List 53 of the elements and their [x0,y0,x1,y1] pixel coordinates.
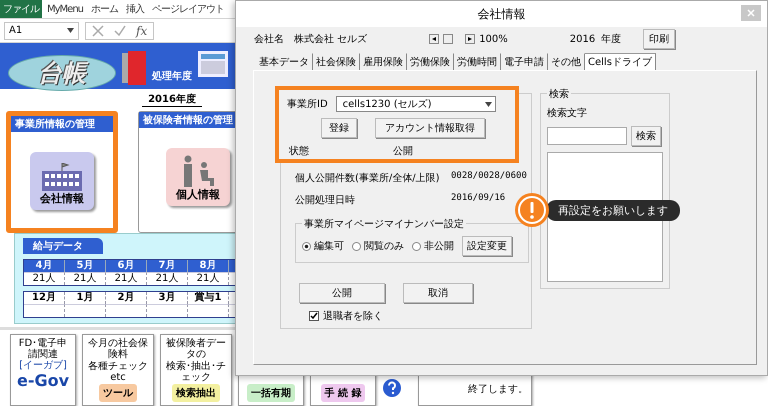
date-value: 2016/09/16 [451,193,506,205]
year-value: 2016 [570,34,596,44]
salary-title: 給与データ [23,238,103,254]
month-header: 5月 [65,260,106,272]
tile-caption: 検索･抽出･チェック [165,361,227,383]
radio-label: 編集可 [314,240,344,253]
logo-reading: [イーガブ] [19,361,67,371]
tile-label: 一括有期 [247,384,295,402]
tile-caption: 今月の社会保険料 [87,338,149,360]
panel-title: 事業所情報の管理 [11,116,113,132]
month-header: 6月 [106,260,147,272]
month-header: 8月 [188,260,229,272]
banner-label: 処理年度 [152,69,192,83]
field-label: 事業所ID [287,98,328,111]
tile-label: ツール [99,384,137,402]
radio-label: 閲覧のみ [364,240,404,253]
table-cell: 21人 [106,272,147,285]
month-header: 3月 [147,292,188,304]
tile-caption: 各種チェック etc [87,361,149,383]
counts-value: 0028/0028/0600 [451,171,528,183]
month-header: 7月 [147,260,188,272]
exit-text: 終了します。 [468,383,528,396]
tile-caption: 被保険者データの [165,338,227,360]
month-header: 賞与1 [188,292,229,304]
company-label: 会社名 [254,32,284,46]
status-label: 状態 [289,144,309,158]
table-cell: 21人 [188,272,229,285]
field-label: 個人公開件数(事業所/全体/上限) [295,172,441,185]
checkbox-label: 退職者を除く [323,310,383,323]
year-unit: 年度 [601,32,622,46]
search-title: 検索 [547,87,571,101]
tile-label: 手 続 録 [320,384,366,402]
field-label: 検索文字 [547,106,588,120]
field-label: 公開処理日時 [295,194,356,207]
table-cell: 21人 [24,272,65,285]
fieldset-title: 事業所マイページマイナンバー設定 [302,217,466,231]
tile-label: 検索抽出 [172,384,220,402]
zoom-value: 100% [479,34,508,44]
ledger-logo: 台帳 [8,55,116,91]
month-header: 1月 [65,292,106,304]
table-cell: 21人 [65,272,106,285]
public-label: 公開 [393,145,413,158]
egov-logo: e-Gov [16,372,70,390]
dialog-title: 会社情報 [478,6,526,22]
month-header: 4月 [24,260,65,272]
year-text: 2016年度 [142,92,202,107]
table-cell: 21人 [147,272,188,285]
radio-label: 非公開 [424,240,454,253]
company-name: 株式会社 セルズ [294,32,368,46]
message-tooltip: 再設定をお願いします [546,200,680,220]
month-header: 2月 [106,292,147,304]
month-header: 12月 [24,292,65,304]
tile-caption: FD･電子申請関連 [18,338,68,360]
